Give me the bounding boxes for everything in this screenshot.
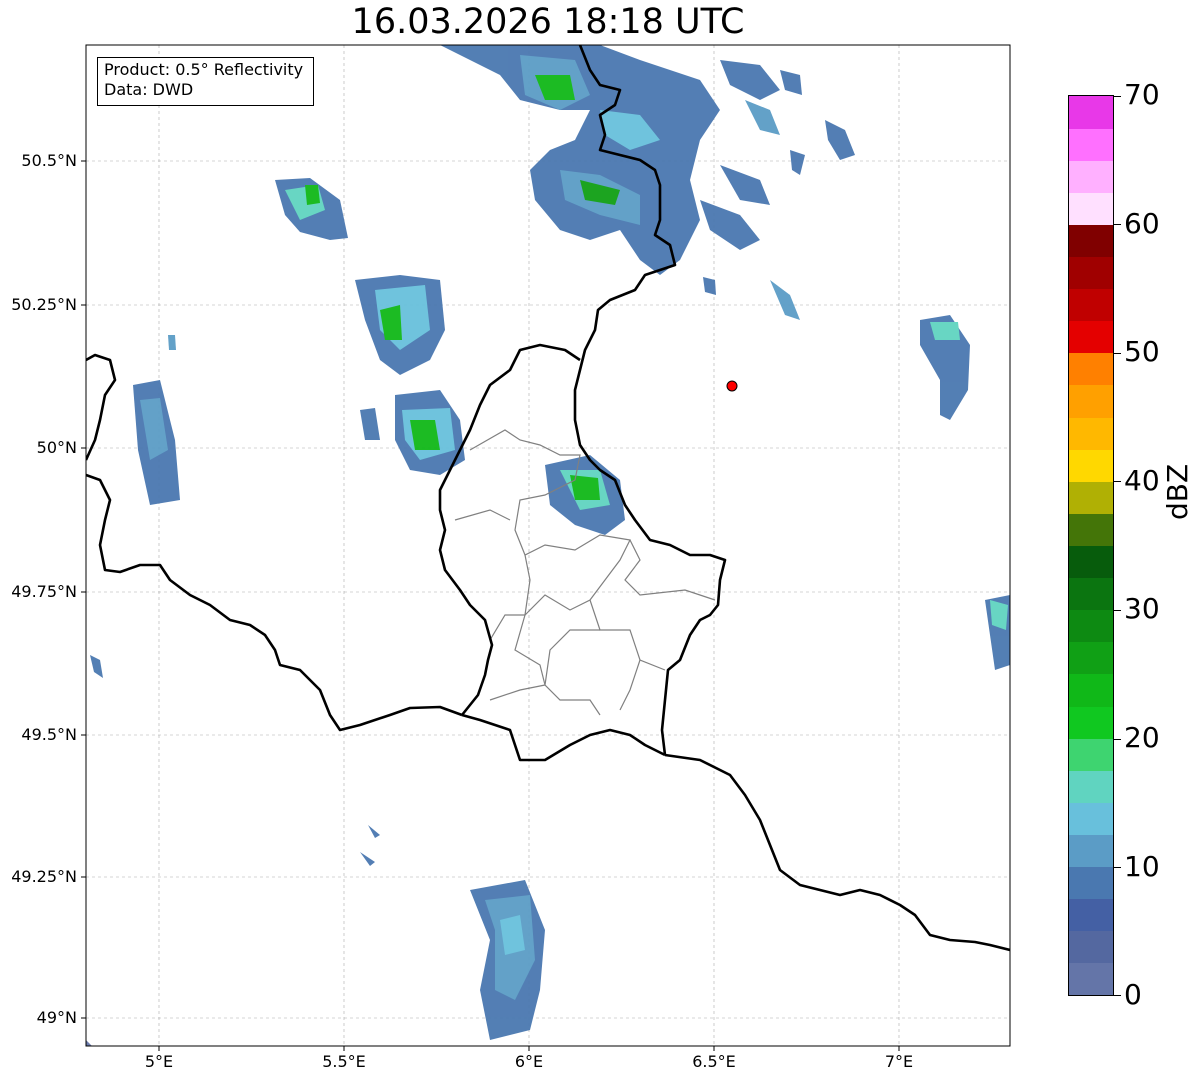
colorbar-segment bbox=[1069, 738, 1113, 771]
colorbar-segment bbox=[1069, 609, 1113, 643]
colorbar-segment bbox=[1069, 930, 1113, 964]
lon-tick-label: 7°E bbox=[884, 1052, 914, 1071]
colorbar-segment bbox=[1069, 834, 1113, 868]
colorbar-label: 60 bbox=[1124, 207, 1160, 240]
lat-tick-label: 49.75°N bbox=[11, 582, 77, 601]
colorbar-tick bbox=[1114, 739, 1121, 740]
colorbar-tick bbox=[1114, 995, 1121, 996]
product-info-box: Product: 0.5° Reflectivity Data: DWD bbox=[97, 57, 314, 106]
colorbar-segment bbox=[1069, 706, 1113, 739]
colorbar-segment bbox=[1069, 288, 1113, 322]
colorbar-segment bbox=[1069, 673, 1113, 707]
colorbar-segment bbox=[1069, 962, 1113, 996]
colorbar-label: 10 bbox=[1124, 850, 1160, 883]
colorbar-unit: dBZ bbox=[1161, 463, 1194, 520]
colorbar-label: 70 bbox=[1124, 78, 1160, 111]
colorbar-segment bbox=[1069, 96, 1113, 129]
colorbar-segment bbox=[1069, 320, 1113, 354]
lat-tick-label: 50°N bbox=[36, 438, 77, 457]
lon-tick-label: 6.5°E bbox=[692, 1052, 736, 1071]
radar-map bbox=[81, 44, 1011, 1051]
colorbar-segment bbox=[1069, 770, 1113, 803]
colorbar-segment bbox=[1069, 384, 1113, 418]
data-source-label: Data: DWD bbox=[104, 80, 194, 99]
colorbar-segment bbox=[1069, 417, 1113, 450]
colorbar-segment bbox=[1069, 224, 1113, 258]
colorbar-segment bbox=[1069, 513, 1113, 546]
colorbar-segment bbox=[1069, 545, 1113, 579]
colorbar-tick bbox=[1114, 481, 1121, 482]
colorbar bbox=[1068, 95, 1114, 996]
colorbar-segment bbox=[1069, 160, 1113, 193]
colorbar-segment bbox=[1069, 128, 1113, 161]
lat-tick-label: 50.5°N bbox=[21, 151, 77, 170]
lon-tick-label: 5.5°E bbox=[322, 1052, 366, 1071]
colorbar-tick bbox=[1114, 867, 1121, 868]
colorbar-label: 0 bbox=[1124, 978, 1142, 1011]
radar-site-marker bbox=[726, 380, 738, 392]
colorbar-segment bbox=[1069, 449, 1113, 482]
colorbar-label: 40 bbox=[1124, 464, 1160, 497]
colorbar-segment bbox=[1069, 802, 1113, 835]
colorbar-label: 50 bbox=[1124, 335, 1160, 368]
product-label: Product: 0.5° Reflectivity bbox=[104, 60, 304, 79]
lon-tick-label: 5°E bbox=[144, 1052, 174, 1071]
colorbar-segment bbox=[1069, 192, 1113, 225]
lat-tick-label: 49°N bbox=[36, 1008, 77, 1027]
colorbar-segment bbox=[1069, 352, 1113, 386]
lon-tick-label: 6°E bbox=[514, 1052, 544, 1071]
colorbar-tick bbox=[1114, 610, 1121, 611]
colorbar-label: 30 bbox=[1124, 592, 1160, 625]
colorbar-tick bbox=[1114, 96, 1121, 97]
colorbar-segment bbox=[1069, 577, 1113, 611]
colorbar-segment bbox=[1069, 256, 1113, 290]
colorbar-segment bbox=[1069, 641, 1113, 675]
lat-tick-label: 49.25°N bbox=[11, 867, 77, 886]
colorbar-segment bbox=[1069, 898, 1113, 932]
lat-tick-label: 50.25°N bbox=[11, 295, 77, 314]
lat-tick-label: 49.5°N bbox=[21, 725, 77, 744]
colorbar-segment bbox=[1069, 481, 1113, 514]
colorbar-tick bbox=[1114, 353, 1121, 354]
colorbar-tick bbox=[1114, 224, 1121, 225]
colorbar-segment bbox=[1069, 866, 1113, 900]
colorbar-label: 20 bbox=[1124, 721, 1160, 754]
